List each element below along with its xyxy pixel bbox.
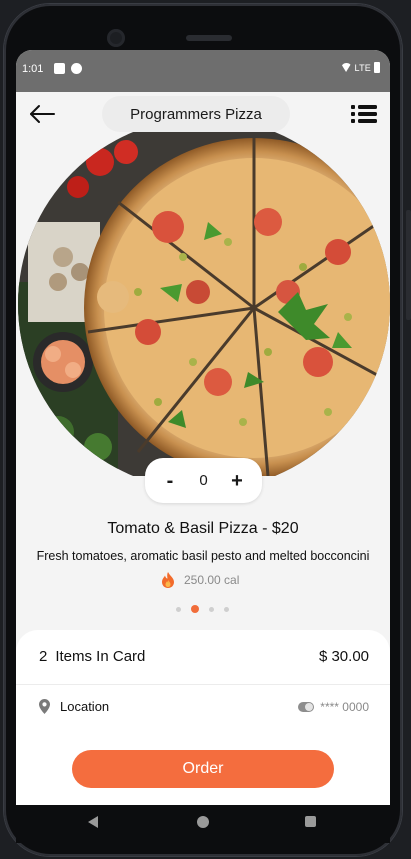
quantity-value: 0 bbox=[199, 472, 208, 489]
carousel-dot-active[interactable] bbox=[191, 605, 199, 613]
cart-count: 2 bbox=[39, 648, 48, 665]
app-screen: 1:01 LTE Programmers Pizza - 0 + Tomato … bbox=[16, 50, 390, 805]
notification-icon bbox=[54, 63, 65, 74]
product-description: Fresh tomatoes, aromatic basil pesto and… bbox=[36, 549, 370, 563]
quantity-plus-button[interactable]: + bbox=[226, 471, 248, 491]
quantity-minus-button[interactable]: - bbox=[159, 471, 181, 491]
page-title: Programmers Pizza bbox=[102, 96, 290, 132]
calories-value: 250.00 cal bbox=[184, 573, 240, 587]
location-pin-icon bbox=[39, 699, 50, 714]
cart-label: Items In Card bbox=[55, 648, 146, 665]
card-masked-number: **** 0000 bbox=[320, 699, 369, 714]
location-label: Location bbox=[60, 699, 110, 714]
home-circle-icon[interactable] bbox=[197, 816, 209, 828]
arrow-left-icon bbox=[30, 105, 55, 123]
carousel-dots bbox=[176, 605, 229, 613]
location-left: Location bbox=[39, 699, 109, 714]
carousel-dot[interactable] bbox=[224, 606, 229, 612]
product-name: Tomato & Basil Pizza - $20 bbox=[107, 520, 299, 537]
fire-icon bbox=[162, 572, 174, 588]
menu-button[interactable] bbox=[351, 103, 377, 125]
toggle-icon bbox=[298, 701, 315, 712]
calories-row: 250.00 cal bbox=[161, 571, 239, 589]
wifi-icon bbox=[340, 63, 352, 72]
cart-summary-row: 2 Items In Card $ 30.00 bbox=[39, 648, 369, 665]
carousel-dot[interactable] bbox=[176, 606, 181, 612]
network-label: LTE bbox=[354, 62, 371, 73]
notification-icon-2 bbox=[71, 63, 82, 74]
pizza-image bbox=[18, 132, 390, 476]
payment-card[interactable]: **** 0000 bbox=[298, 700, 369, 714]
sheet-divider bbox=[16, 684, 390, 685]
status-right-icons: LTE bbox=[340, 62, 380, 73]
phone-speaker bbox=[186, 35, 232, 41]
page-title-text: Programmers Pizza bbox=[130, 105, 262, 123]
battery-icon bbox=[374, 62, 380, 73]
order-button[interactable]: Order bbox=[72, 750, 334, 788]
back-triangle-icon[interactable] bbox=[88, 816, 98, 828]
cart-items: 2 Items In Card bbox=[39, 648, 145, 665]
status-bar: 1:01 LTE bbox=[16, 50, 390, 92]
carousel-dot[interactable] bbox=[209, 606, 214, 612]
list-menu-icon bbox=[351, 105, 377, 123]
cart-total: $ 30.00 bbox=[318, 648, 369, 665]
phone-side-button bbox=[406, 210, 411, 320]
status-time: 1:01 bbox=[22, 63, 44, 75]
order-button-label: Order bbox=[182, 760, 224, 777]
back-button[interactable] bbox=[28, 102, 58, 126]
recent-apps-icon[interactable] bbox=[305, 816, 316, 827]
location-row[interactable]: Location **** 0000 bbox=[39, 699, 369, 714]
quantity-stepper: - 0 + bbox=[145, 458, 262, 503]
front-camera bbox=[107, 29, 125, 47]
